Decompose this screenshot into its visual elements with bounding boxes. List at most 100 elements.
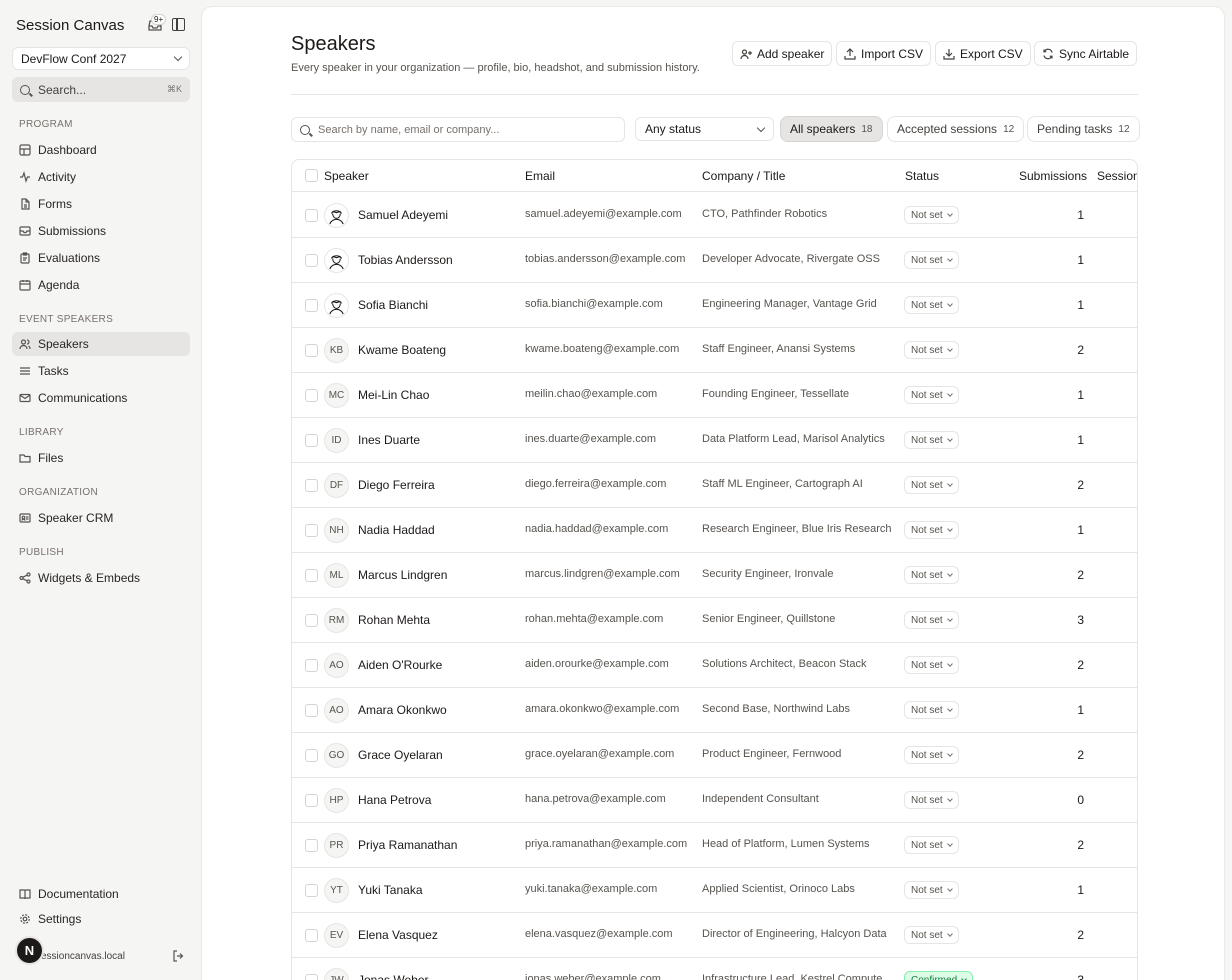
- speaker-name[interactable]: Amara Okonkwo: [358, 703, 447, 717]
- column-sessions[interactable]: Session: [1097, 169, 1137, 183]
- filter-all-speakers[interactable]: All speakers 18: [780, 116, 883, 142]
- table-row[interactable]: DF Diego Ferreira diego.ferreira@example.c…: [292, 463, 1137, 508]
- sidebar-item-evaluations[interactable]: Evaluations: [12, 246, 190, 270]
- speaker-name[interactable]: Yuki Tanaka: [358, 883, 423, 897]
- status-dropdown[interactable]: Not set: [904, 926, 959, 944]
- speaker-name[interactable]: Samuel Adeyemi: [358, 208, 448, 222]
- row-checkbox[interactable]: [305, 209, 318, 222]
- speaker-name[interactable]: Tobias Andersson: [358, 253, 453, 267]
- row-checkbox[interactable]: [305, 974, 318, 980]
- sidebar-item-forms[interactable]: Forms: [12, 192, 190, 216]
- status-dropdown[interactable]: Not set: [904, 206, 959, 224]
- row-checkbox[interactable]: [305, 794, 318, 807]
- table-row[interactable]: NH Nadia Haddad nadia.haddad@example.com Re…: [292, 508, 1137, 553]
- sidebar-item-submissions[interactable]: Submissions: [12, 219, 190, 243]
- table-row[interactable]: Samuel Adeyemi samuel.adeyemi@example.com…: [292, 193, 1137, 238]
- row-checkbox[interactable]: [305, 704, 318, 717]
- table-row[interactable]: ID Ines Duarte ines.duarte@example.com Data…: [292, 418, 1137, 463]
- table-row[interactable]: GO Grace Oyelaran grace.oyelaran@example.c…: [292, 733, 1137, 778]
- select-all-checkbox[interactable]: [305, 169, 318, 182]
- toggle-sidebar-icon[interactable]: [172, 18, 185, 31]
- speaker-name[interactable]: Aiden O'Rourke: [358, 658, 442, 672]
- column-submissions[interactable]: Submissions: [1019, 169, 1087, 183]
- speaker-name[interactable]: Nadia Haddad: [358, 523, 435, 537]
- table-row[interactable]: AO Amara Okonkwo amara.okonkwo@example.com…: [292, 688, 1137, 733]
- table-row[interactable]: HP Hana Petrova hana.petrova@example.com In…: [292, 778, 1137, 823]
- row-checkbox[interactable]: [305, 614, 318, 627]
- speaker-name[interactable]: Kwame Boateng: [358, 343, 446, 357]
- speaker-name[interactable]: Hana Petrova: [358, 793, 431, 807]
- table-row[interactable]: Tobias Andersson tobias.andersson@example…: [292, 238, 1137, 283]
- row-checkbox[interactable]: [305, 929, 318, 942]
- table-row[interactable]: YT Yuki Tanaka yuki.tanaka@example.com Appl…: [292, 868, 1137, 913]
- status-dropdown[interactable]: Not set: [904, 296, 959, 314]
- sidebar-item-agenda[interactable]: Agenda: [12, 273, 190, 297]
- speaker-name[interactable]: Diego Ferreira: [358, 478, 435, 492]
- table-row[interactable]: Sofia Bianchi sofia.bianchi@example.com En…: [292, 283, 1137, 328]
- status-dropdown[interactable]: Not set: [904, 791, 959, 809]
- speaker-name[interactable]: Marcus Lindgren: [358, 568, 447, 582]
- table-row[interactable]: MC Mei-Lin Chao meilin.chao@example.com Fou…: [292, 373, 1137, 418]
- sidebar-item-communications[interactable]: Communications: [12, 386, 190, 410]
- row-checkbox[interactable]: [305, 299, 318, 312]
- import-csv-button[interactable]: Import CSV: [836, 41, 932, 66]
- speaker-search-input[interactable]: Search by name, email or company...: [291, 117, 625, 142]
- speaker-name[interactable]: Ines Duarte: [358, 433, 420, 447]
- sidebar-item-files[interactable]: Files: [12, 446, 190, 470]
- logout-icon[interactable]: [172, 950, 184, 962]
- row-checkbox[interactable]: [305, 839, 318, 852]
- table-row[interactable]: EV Elena Vasquez elena.vasquez@example.com…: [292, 913, 1137, 958]
- sidebar-item-widgets[interactable]: Widgets & Embeds: [12, 566, 190, 590]
- status-dropdown[interactable]: Not set: [904, 431, 959, 449]
- row-checkbox[interactable]: [305, 524, 318, 537]
- export-csv-button[interactable]: Export CSV: [935, 41, 1031, 66]
- sidebar-item-speaker-crm[interactable]: Speaker CRM: [12, 506, 190, 530]
- row-checkbox[interactable]: [305, 569, 318, 582]
- sync-airtable-button[interactable]: Sync Airtable: [1034, 41, 1138, 66]
- row-checkbox[interactable]: [305, 434, 318, 447]
- status-dropdown[interactable]: Not set: [904, 386, 959, 404]
- status-dropdown[interactable]: Not set: [904, 476, 959, 494]
- row-checkbox[interactable]: [305, 254, 318, 267]
- sidebar-item-activity[interactable]: Activity: [12, 165, 190, 189]
- status-dropdown[interactable]: Not set: [904, 251, 959, 269]
- filter-accepted-sessions[interactable]: Accepted sessions 12: [887, 116, 1025, 142]
- row-checkbox[interactable]: [305, 659, 318, 672]
- sidebar-item-settings[interactable]: Settings: [12, 907, 190, 931]
- status-dropdown[interactable]: Not set: [904, 521, 959, 539]
- column-speaker[interactable]: Speaker: [324, 169, 369, 183]
- table-row[interactable]: PR Priya Ramanathan priya.ramanathan@examp…: [292, 823, 1137, 868]
- status-dropdown[interactable]: Not set: [904, 701, 959, 719]
- column-status[interactable]: Status: [905, 169, 939, 183]
- table-row[interactable]: ML Marcus Lindgren marcus.lindgren@example…: [292, 553, 1137, 598]
- status-dropdown[interactable]: Not set: [904, 611, 959, 629]
- status-dropdown[interactable]: Not set: [904, 566, 959, 584]
- row-checkbox[interactable]: [305, 479, 318, 492]
- column-company[interactable]: Company / Title: [702, 169, 785, 183]
- sidebar-search[interactable]: Search... ⌘K: [12, 77, 190, 102]
- user-avatar[interactable]: N: [15, 936, 44, 965]
- status-dropdown[interactable]: Confirmed: [904, 971, 974, 980]
- sidebar-item-tasks[interactable]: Tasks: [12, 359, 190, 383]
- status-filter-select[interactable]: Any status: [635, 117, 774, 141]
- speaker-name[interactable]: Elena Vasquez: [358, 928, 438, 942]
- speaker-name[interactable]: Sofia Bianchi: [358, 298, 428, 312]
- status-dropdown[interactable]: Not set: [904, 836, 959, 854]
- event-selector[interactable]: DevFlow Conf 2027: [12, 47, 190, 70]
- speaker-name[interactable]: Priya Ramanathan: [358, 838, 457, 852]
- row-checkbox[interactable]: [305, 749, 318, 762]
- speaker-name[interactable]: Grace Oyelaran: [358, 748, 443, 762]
- column-email[interactable]: Email: [525, 169, 555, 183]
- table-row[interactable]: RM Rohan Mehta rohan.mehta@example.com Seni…: [292, 598, 1137, 643]
- row-checkbox[interactable]: [305, 344, 318, 357]
- add-speaker-button[interactable]: Add speaker: [732, 41, 833, 66]
- status-dropdown[interactable]: Not set: [904, 341, 959, 359]
- table-row[interactable]: KB Kwame Boateng kwame.boateng@example.com…: [292, 328, 1137, 373]
- status-dropdown[interactable]: Not set: [904, 881, 959, 899]
- speaker-name[interactable]: Rohan Mehta: [358, 613, 430, 627]
- filter-pending-tasks[interactable]: Pending tasks 12: [1027, 116, 1140, 142]
- sidebar-item-documentation[interactable]: Documentation: [12, 882, 190, 906]
- row-checkbox[interactable]: [305, 389, 318, 402]
- status-dropdown[interactable]: Not set: [904, 656, 959, 674]
- speaker-name[interactable]: Mei-Lin Chao: [358, 388, 429, 402]
